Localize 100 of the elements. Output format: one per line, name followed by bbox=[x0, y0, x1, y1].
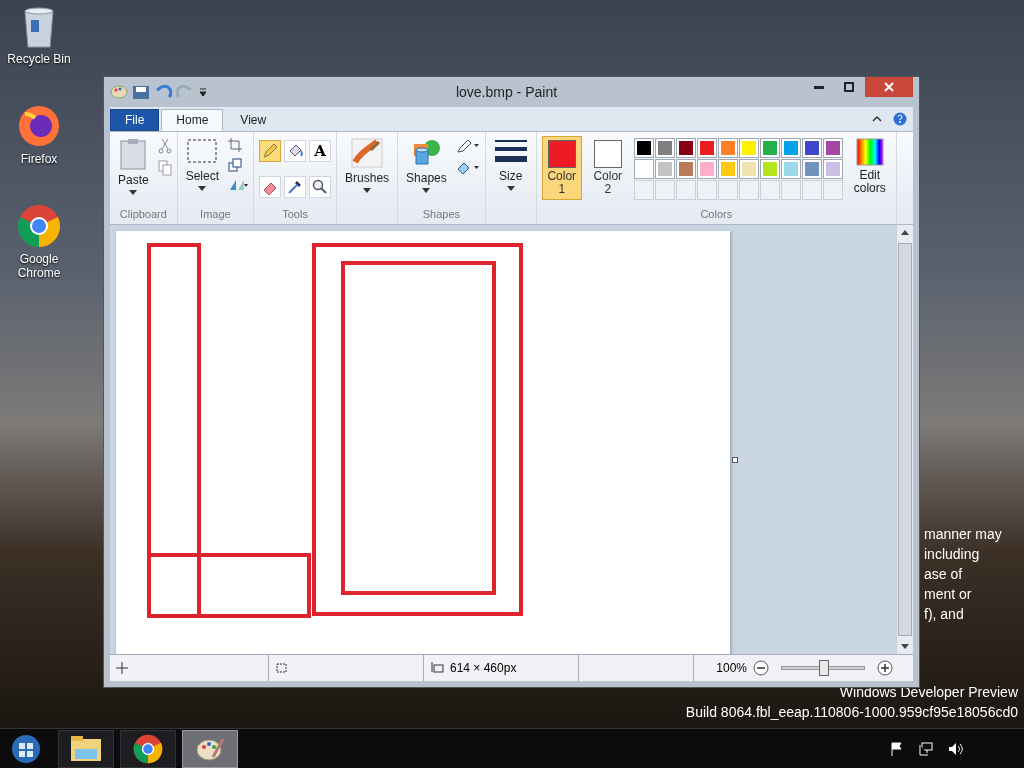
pencil-icon bbox=[262, 143, 279, 159]
flag-icon[interactable] bbox=[890, 741, 904, 756]
resize-handle[interactable] bbox=[732, 457, 738, 463]
canvas-rectangles-drawing[interactable] bbox=[116, 231, 730, 654]
clipboard-icon bbox=[119, 138, 148, 170]
caret-icon bbox=[506, 186, 515, 191]
color-slot-button[interactable]: Color 1 bbox=[541, 136, 582, 200]
palette-color-button[interactable] bbox=[822, 159, 843, 179]
color-slot-number: 1 bbox=[558, 183, 566, 196]
copy-icon[interactable] bbox=[157, 160, 172, 176]
help-icon[interactable] bbox=[893, 112, 907, 126]
group-label: Shapes bbox=[421, 208, 462, 222]
ribbon-tab[interactable]: File bbox=[110, 109, 160, 131]
palette-color-button[interactable] bbox=[633, 138, 654, 158]
size-button[interactable]: Size bbox=[490, 136, 531, 193]
select-button[interactable]: Select bbox=[182, 136, 223, 193]
fill-tool-button[interactable] bbox=[284, 140, 307, 162]
vertical-scrollbar[interactable] bbox=[896, 225, 913, 654]
eyedropper-icon bbox=[287, 178, 304, 195]
palette-color-button[interactable] bbox=[717, 138, 738, 158]
minimize-icon bbox=[814, 85, 824, 89]
close-icon bbox=[884, 82, 894, 92]
desktop-icon-label[interactable]: Recycle Bin bbox=[1, 52, 77, 66]
recycle-bin-icon[interactable] bbox=[22, 6, 56, 48]
network-icon[interactable] bbox=[918, 741, 934, 756]
color-slot-label: Color bbox=[547, 170, 577, 183]
build-watermark-text: Build 8064.fbl_eeap.110806-1000.959cf95e18056cd0 bbox=[685, 704, 1018, 720]
pencil-tool-button[interactable] bbox=[259, 140, 282, 162]
chrome-icon[interactable] bbox=[17, 204, 61, 248]
desktop-icon-label[interactable]: Google Chrome bbox=[1, 252, 77, 280]
caret-icon bbox=[129, 190, 138, 195]
build-watermark-text: Windows Developer Preview bbox=[839, 684, 1018, 700]
palette-color-button[interactable] bbox=[696, 138, 717, 158]
brushes-button[interactable]: Brushes bbox=[342, 136, 393, 195]
palette-color-button[interactable] bbox=[780, 159, 801, 179]
caret-icon bbox=[422, 188, 431, 193]
palette-color-button[interactable] bbox=[675, 138, 696, 158]
magnifier-tool-button[interactable] bbox=[309, 175, 332, 198]
paint-bucket-icon bbox=[287, 143, 304, 159]
color-slot-button[interactable]: Color 2 bbox=[587, 136, 628, 200]
palette-color-button[interactable] bbox=[696, 159, 717, 179]
palette-color-button[interactable] bbox=[738, 138, 759, 158]
resize-icon[interactable] bbox=[228, 158, 243, 172]
background-text: ase of bbox=[924, 565, 964, 584]
background-text: f), and bbox=[924, 605, 965, 624]
folder-icon bbox=[70, 734, 102, 763]
explorer-taskbar-button[interactable] bbox=[58, 729, 114, 768]
outline-pen-icon[interactable] bbox=[455, 138, 480, 154]
desktop-icon-label[interactable]: Firefox bbox=[1, 152, 77, 166]
edit-colors-button[interactable]: Edit colors bbox=[848, 136, 891, 197]
ribbon-tab[interactable]: View bbox=[225, 109, 282, 131]
window-title: love.bmp - Paint bbox=[454, 84, 559, 100]
close-button[interactable] bbox=[865, 77, 913, 97]
ribbon-tab[interactable]: Home bbox=[161, 109, 224, 131]
caret-icon bbox=[198, 186, 207, 191]
zoom-in-button[interactable] bbox=[877, 660, 893, 676]
group-label: Colors bbox=[699, 208, 734, 222]
group-label: Image bbox=[199, 208, 232, 222]
brush-icon bbox=[351, 138, 384, 168]
palette-color-button[interactable] bbox=[759, 138, 780, 158]
cut-icon[interactable] bbox=[157, 138, 172, 154]
dashed-rectangle-icon bbox=[186, 138, 219, 166]
palette-color-button[interactable] bbox=[738, 159, 759, 179]
group-label: Tools bbox=[281, 208, 309, 222]
shapes-button[interactable]: Shapes bbox=[403, 136, 450, 195]
background-text: manner may bbox=[924, 525, 1002, 544]
image-size-text: 614 × 460px bbox=[450, 661, 517, 675]
background-text: including bbox=[924, 545, 981, 564]
palette-color-button[interactable] bbox=[801, 138, 822, 158]
palette-color-button[interactable] bbox=[675, 159, 696, 179]
group-label: Clipboard bbox=[118, 208, 168, 222]
crop-icon[interactable] bbox=[228, 138, 243, 152]
save-icon[interactable] bbox=[132, 84, 150, 100]
text-tool-button[interactable]: A bbox=[309, 140, 332, 162]
chrome-icon bbox=[133, 733, 163, 764]
maximize-icon bbox=[844, 82, 854, 92]
color-slot-label: Color bbox=[593, 170, 623, 183]
palette-icon[interactable] bbox=[110, 84, 128, 100]
windows-logo-icon bbox=[11, 733, 41, 764]
palette-color-button[interactable] bbox=[780, 138, 801, 158]
zoom-out-button[interactable] bbox=[753, 660, 769, 676]
paste-button[interactable]: Paste bbox=[115, 136, 152, 197]
volume-icon[interactable] bbox=[948, 741, 964, 756]
palette-color-button[interactable] bbox=[717, 159, 738, 179]
picker-tool-button[interactable] bbox=[284, 175, 307, 198]
palette-color-button[interactable] bbox=[822, 138, 843, 158]
paint-taskbar-button[interactable] bbox=[182, 729, 238, 768]
rotate-icon[interactable] bbox=[228, 178, 249, 192]
palette-color-button[interactable] bbox=[633, 159, 654, 179]
firefox-icon[interactable] bbox=[17, 104, 61, 148]
undo-icon[interactable] bbox=[154, 84, 172, 100]
palette-color-button[interactable] bbox=[759, 159, 780, 179]
eraser-tool-button[interactable] bbox=[259, 175, 282, 198]
selection-size-icon bbox=[275, 662, 287, 674]
color-spectrum-icon bbox=[855, 138, 884, 166]
palette-color-button[interactable] bbox=[654, 138, 675, 158]
background-text: ment or bbox=[924, 585, 973, 604]
palette-color-button[interactable] bbox=[654, 159, 675, 179]
chrome-taskbar-button[interactable] bbox=[120, 729, 176, 768]
palette-color-button[interactable] bbox=[801, 159, 822, 179]
